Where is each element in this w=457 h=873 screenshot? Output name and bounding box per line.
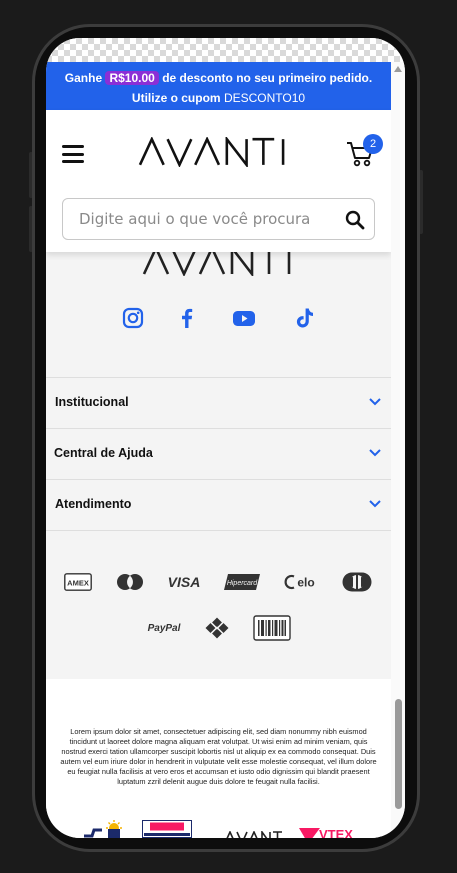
search-box [62,198,375,240]
chevron-down-icon [369,398,381,406]
visa-icon: VISA [166,572,202,596]
amex-icon: AMEX [64,573,92,595]
instagram-icon[interactable] [121,306,145,330]
svg-text:Hipercard: Hipercard [227,580,258,587]
mastercard-icon [115,572,145,596]
svg-text:VISA: VISA [168,574,201,590]
accordion-label: Central de Ajuda [54,446,153,460]
pix-icon [204,616,230,644]
promo-coupon-code: DESCONTO10 [223,91,306,105]
vtex-badge-logo [142,820,192,838]
promo-coupon-prefix: Utilize o cupom [131,91,221,105]
promo-text: de desconto no seu primeiro pedido. [162,71,373,85]
svg-text:PayPal: PayPal [148,623,181,634]
accordion-atendimento[interactable]: Atendimento [46,479,391,530]
scroll-up-arrow-icon[interactable] [394,66,402,72]
search-icon[interactable] [344,209,366,231]
diners-icon [342,572,372,596]
accordion-central-de-ajuda[interactable]: Central de Ajuda [46,428,391,479]
footer-legal-text: Lorem ipsum dolor sit amet, consectetuer… [60,727,377,786]
youtube-icon[interactable] [232,306,256,330]
vtex-logo: VTEX [298,826,356,838]
promo-prefix: Ganhe [64,71,103,85]
svg-text:AMEX: AMEX [67,578,89,587]
site-header: 2 [46,110,391,252]
svg-text:elo: elo [297,576,314,590]
cart-count-badge: 2 [363,134,383,154]
accordion-institucional[interactable]: Institucional [46,377,391,428]
status-area [46,38,405,62]
promo-amount-badge: R$10.00 [105,71,159,85]
hamburger-menu-icon[interactable] [62,145,84,163]
divider [46,530,391,531]
promo-banner: Ganhe R$10.00 de desconto no seu primeir… [46,62,391,110]
accordion-label: Atendimento [55,497,132,511]
header-logo[interactable] [138,135,290,171]
avanti-bottom-logo [224,828,284,838]
lets-logo [82,820,126,838]
elo-icon: elo [283,572,319,596]
chevron-down-icon [369,500,381,508]
accordion-label: Institucional [55,395,129,409]
chevron-down-icon [369,449,381,457]
paypal-icon: PayPal [146,618,182,640]
search-input[interactable] [63,199,333,239]
hipercard-icon: Hipercard [223,573,261,595]
social-links [46,306,391,330]
boleto-icon [253,615,291,645]
tiktok-icon[interactable] [293,306,317,330]
scrollbar-thumb[interactable] [395,699,402,809]
svg-text:VTEX: VTEX [319,827,353,838]
phone-screen: Ganhe R$10.00 de desconto no seu primeir… [46,38,405,838]
facebook-icon[interactable] [175,306,199,330]
